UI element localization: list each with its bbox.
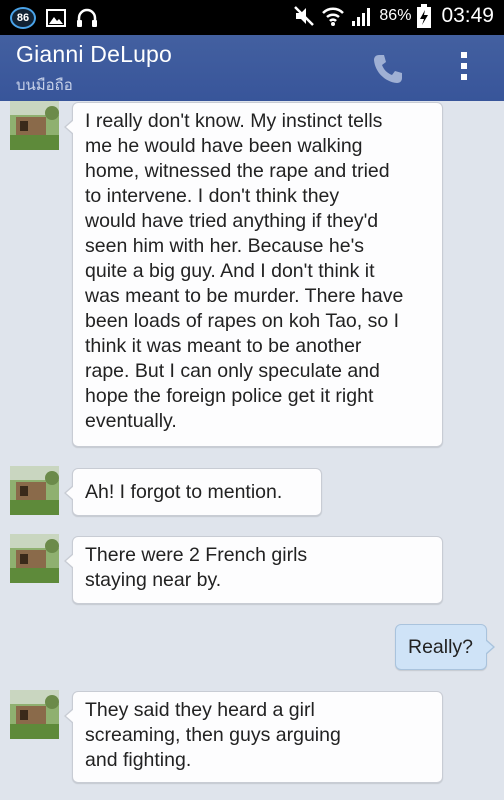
message-text: Ah! I forgot to mention. bbox=[85, 481, 283, 503]
notification-badge-icon: 86 bbox=[10, 7, 36, 29]
conversation-header: Gianni DeLupo บนมือถือ bbox=[0, 35, 504, 101]
message-bubble-outgoing[interactable]: Really? bbox=[395, 624, 495, 670]
message-bubble-incoming[interactable]: Ah! I forgot to mention. bbox=[64, 468, 322, 516]
contact-avatar[interactable] bbox=[10, 466, 59, 515]
clock: 03:49 bbox=[441, 4, 494, 27]
phone-icon bbox=[374, 55, 402, 83]
mute-icon bbox=[294, 6, 315, 26]
contact-avatar[interactable] bbox=[10, 534, 59, 583]
battery-percent: 86% bbox=[379, 7, 412, 24]
message-bubble-incoming[interactable]: I really don't know. My instinct tells m… bbox=[64, 102, 443, 447]
overflow-menu-icon bbox=[461, 52, 467, 58]
contact-avatar[interactable] bbox=[10, 690, 59, 739]
message-text: I really don't know. My instinct tells m… bbox=[85, 110, 404, 432]
message-bubble-incoming[interactable]: There were 2 French girls staying near b… bbox=[64, 536, 443, 604]
menu-dot bbox=[461, 74, 467, 80]
headphones-icon bbox=[77, 8, 97, 27]
battery-charging-icon bbox=[417, 4, 432, 28]
message-bubble-incoming[interactable]: They said they heard a girl screaming, t… bbox=[64, 691, 443, 783]
contact-status: บนมือถือ bbox=[16, 77, 73, 94]
contact-avatar[interactable] bbox=[10, 101, 59, 150]
status-bar: 86 86% 03:49 bbox=[0, 0, 504, 35]
image-icon bbox=[46, 9, 66, 27]
message-text: They said they heard a girl screaming, t… bbox=[85, 699, 341, 771]
overflow-menu-button[interactable] bbox=[454, 49, 474, 85]
wifi-icon bbox=[322, 7, 345, 26]
call-button[interactable] bbox=[370, 51, 406, 87]
menu-dot bbox=[461, 63, 467, 69]
contact-name[interactable]: Gianni DeLupo bbox=[16, 41, 172, 68]
message-text: There were 2 French girls staying near b… bbox=[85, 544, 308, 591]
status-left-icons: 86 bbox=[10, 7, 98, 29]
signal-icon bbox=[352, 8, 371, 26]
status-right-icons: 86% 03:49 bbox=[293, 4, 494, 28]
message-text: Really? bbox=[408, 636, 474, 658]
